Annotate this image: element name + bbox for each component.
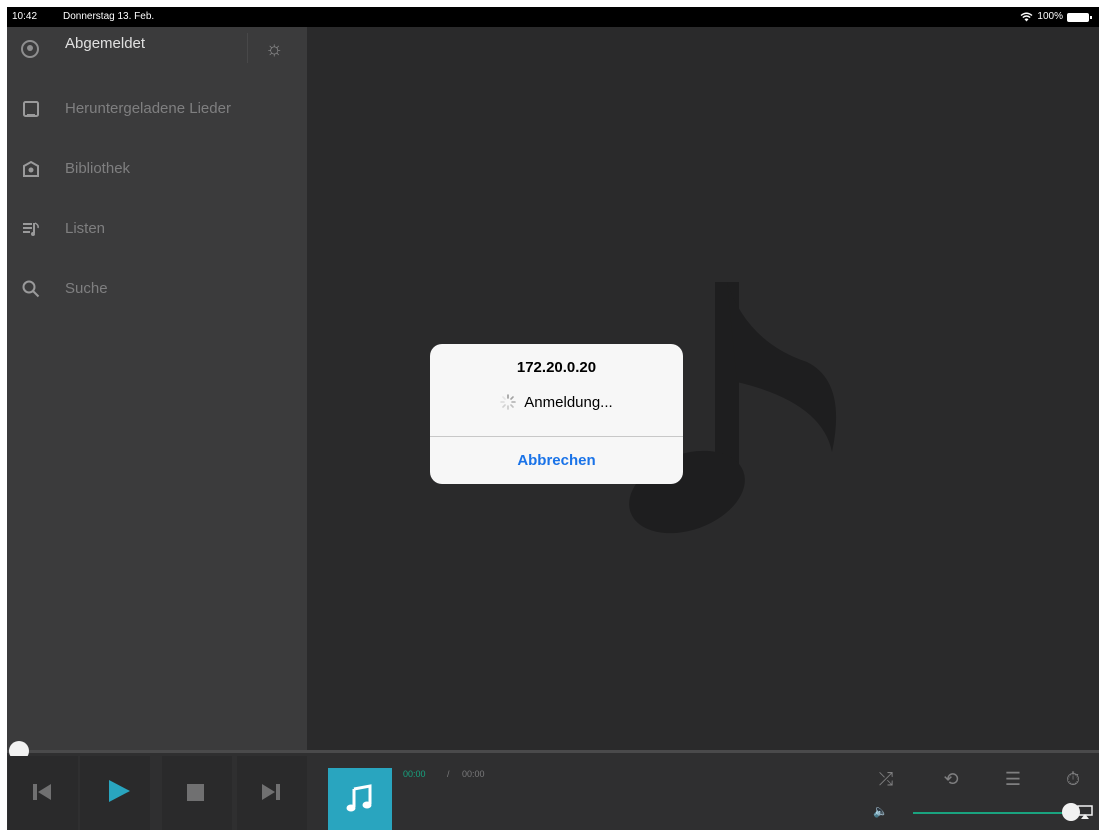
- status-right: 100%: [1020, 7, 1092, 27]
- battery-percent: 100%: [1037, 11, 1063, 22]
- play-icon: [109, 780, 130, 802]
- search-icon: [22, 280, 40, 298]
- time-current: 00:00: [403, 769, 426, 779]
- dialog-message-row: Anmeldung...: [430, 394, 683, 411]
- login-dialog: 172.20.0.20 Anmeldung... Abbrechen: [430, 344, 683, 484]
- status-time: 10:42: [12, 11, 38, 22]
- album-art[interactable]: [328, 768, 392, 830]
- sidebar: Abgemeldet ☼ Heruntergeladene Lieder Bib…: [7, 27, 307, 752]
- airplay-icon[interactable]: [1077, 805, 1093, 819]
- sidebar-item-library[interactable]: Bibliothek: [7, 144, 307, 194]
- app-screen: 10:42 Donnerstag 13. Feb. 100% Abgemelde…: [7, 7, 1099, 830]
- queue-list-icon[interactable]: ☰: [1002, 768, 1024, 790]
- shuffle-icon[interactable]: ⤮: [875, 768, 897, 790]
- sidebar-item-label: Heruntergeladene Lieder: [65, 100, 231, 117]
- next-button[interactable]: [237, 756, 307, 830]
- spinner-icon: [500, 394, 517, 410]
- music-note-icon: [346, 784, 372, 812]
- battery-icon: [1067, 12, 1092, 22]
- status-date: Donnerstag 13. Feb.: [63, 11, 155, 22]
- sleep-timer-icon[interactable]: ⏱: [1062, 768, 1084, 790]
- sidebar-item-downloaded-songs[interactable]: Heruntergeladene Lieder: [7, 84, 307, 134]
- stop-button[interactable]: [162, 756, 232, 830]
- volume-slider[interactable]: [913, 812, 1070, 814]
- play-button[interactable]: [80, 756, 150, 830]
- previous-button[interactable]: [8, 756, 78, 830]
- stop-icon: [187, 784, 204, 801]
- settings-gear-icon[interactable]: ☼: [265, 39, 283, 59]
- cancel-button[interactable]: Abbrechen: [430, 437, 683, 484]
- time-total: 00:00: [462, 769, 485, 779]
- dialog-title: 172.20.0.20: [516, 359, 597, 376]
- account-row[interactable]: Abgemeldet ☼: [7, 27, 307, 77]
- sidebar-item-search[interactable]: Suche: [7, 264, 307, 314]
- repeat-icon[interactable]: ⟲: [940, 768, 962, 790]
- time-separator: /: [447, 769, 450, 779]
- wifi-icon: [1020, 12, 1033, 22]
- divider: [247, 33, 248, 63]
- sidebar-item-label: Suche: [65, 280, 108, 297]
- progress-slider[interactable]: [7, 750, 1099, 753]
- playlist-icon: [23, 222, 39, 236]
- skip-next-icon: [262, 784, 280, 800]
- tablet-icon: [23, 101, 39, 117]
- account-icon: [21, 40, 39, 58]
- account-status: Abgemeldet: [65, 35, 146, 52]
- status-bar: 10:42 Donnerstag 13. Feb. 100%: [7, 7, 1099, 27]
- sidebar-item-label: Listen: [65, 220, 106, 237]
- main-content: [307, 27, 1099, 752]
- dialog-message: Anmeldung...: [524, 394, 613, 411]
- sidebar-item-lists[interactable]: Listen: [7, 204, 307, 254]
- player-bar: 00:00 / 00:00 ⤮ ⟲ ☰ ⏱ 🔈: [7, 741, 1099, 830]
- library-icon: [23, 160, 39, 177]
- sidebar-item-label: Bibliothek: [65, 160, 131, 177]
- volume-icon: 🔈: [873, 804, 888, 818]
- skip-previous-icon: [33, 784, 51, 800]
